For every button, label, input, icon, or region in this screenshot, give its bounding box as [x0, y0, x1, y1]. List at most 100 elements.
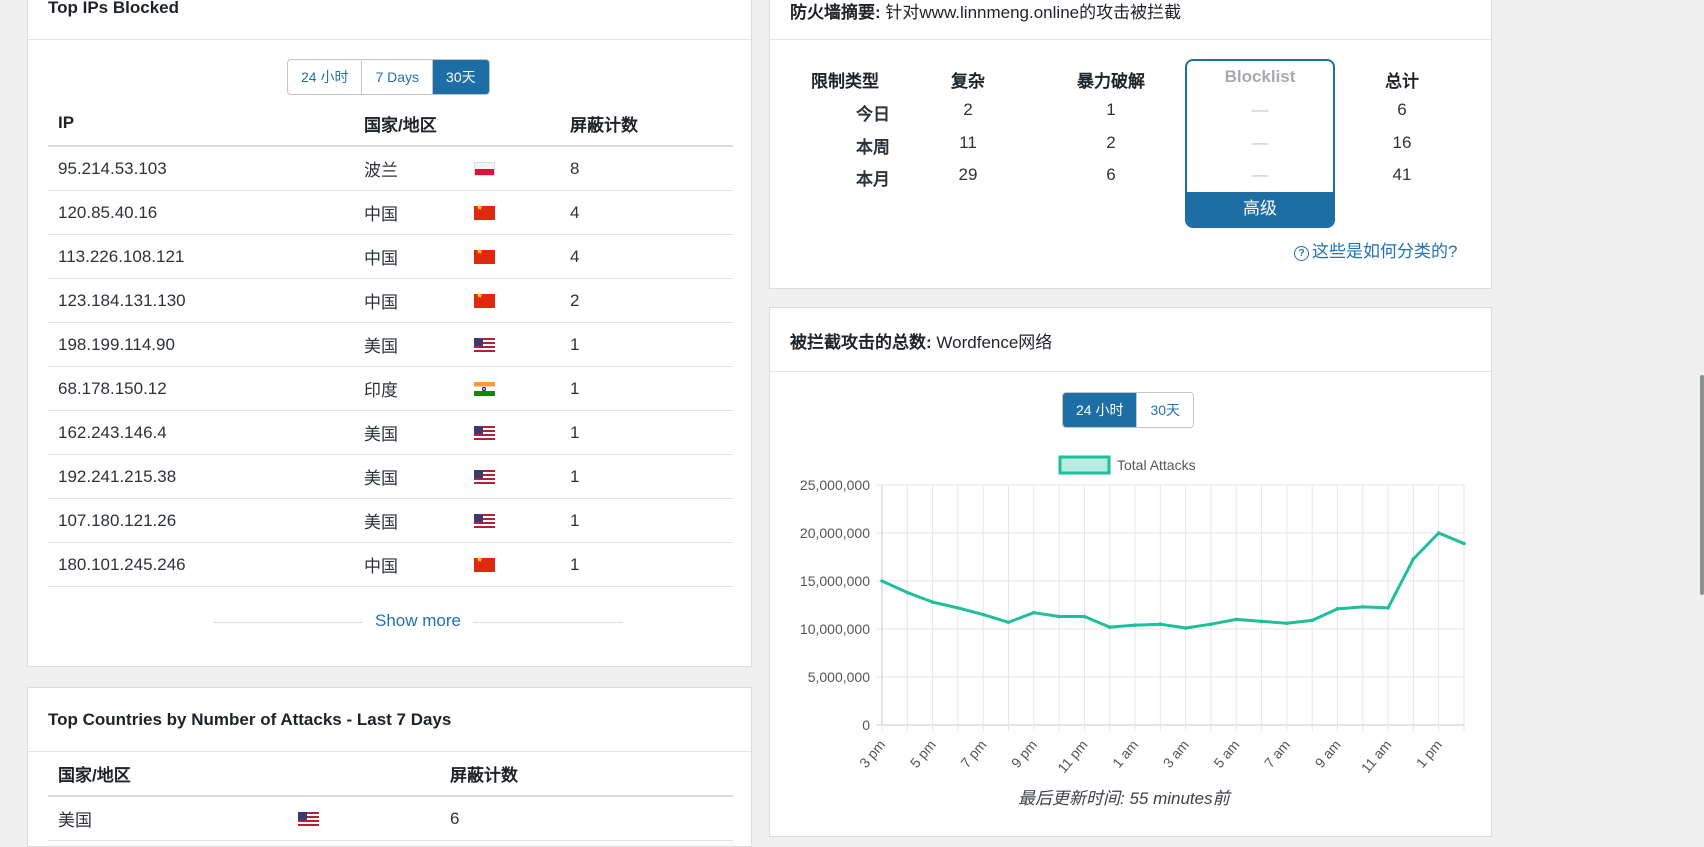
- x-tick-label: 5 am: [1210, 737, 1242, 771]
- country-name: 美国: [354, 454, 464, 499]
- top-countries-table: 国家/地区 屏蔽计数 美国 6: [48, 751, 733, 841]
- ip-address: 198.199.114.90: [48, 322, 354, 367]
- summary-row-label: 今日: [856, 105, 890, 124]
- ip-address: 95.214.53.103: [48, 146, 354, 191]
- data-point: [1360, 605, 1365, 609]
- us-flag-icon: [474, 338, 495, 353]
- scrollbar-thumb[interactable]: [1700, 375, 1704, 595]
- data-point: [1006, 620, 1011, 625]
- x-tick-label: 5 pm: [907, 737, 939, 771]
- top-ips-panel: Top IPs Blocked 24 小时 7 Days 30天 IP 国家/地区 …: [27, 0, 752, 667]
- table-row: 180.101.245.246中国 1: [48, 542, 733, 587]
- data-point: [1032, 610, 1036, 615]
- data-point: [1057, 614, 1061, 619]
- ip-address: 192.241.215.38: [48, 454, 354, 499]
- ip-address: 113.226.108.121: [48, 234, 354, 279]
- y-tick-label: 20,000,000: [800, 525, 870, 541]
- y-tick-label: 0: [862, 717, 870, 733]
- us-flag-icon: [474, 514, 495, 529]
- top-countries-title: Top Countries by Number of Attacks - Las…: [48, 710, 452, 729]
- us-flag-icon: [298, 812, 319, 827]
- block-count: 4: [560, 190, 733, 235]
- summary-row-label: 本周: [856, 138, 890, 157]
- ip-address: 107.180.121.26: [48, 498, 354, 543]
- table-row: 95.214.53.103 波兰 8: [48, 146, 733, 191]
- top-countries-panel: Top Countries by Number of Attacks - Las…: [27, 687, 752, 847]
- block-count: 2: [560, 278, 733, 323]
- x-tick-label: 1 am: [1109, 737, 1141, 771]
- total-attacks-chart: 0 5,000,000 10,000,000 15,000,000 20,000,000…: [800, 455, 1466, 776]
- country-name: 美国: [48, 796, 288, 841]
- data-point: [1082, 614, 1087, 619]
- summary-value: —: [1251, 165, 1269, 184]
- x-tick-label: 3 am: [1160, 737, 1192, 771]
- data-point: [1310, 618, 1314, 623]
- summary-value: 11: [959, 133, 977, 152]
- top-ips-title: Top IPs Blocked: [48, 0, 179, 17]
- column-header-ip: IP: [48, 101, 354, 147]
- classification-help-link[interactable]: ? 这些是如何分类的?: [1294, 237, 1457, 262]
- summary-value: —: [1251, 100, 1269, 119]
- summary-value: 2: [963, 100, 973, 119]
- cn-flag-icon: [474, 291, 495, 309]
- summary-header-3: Blocklist: [1224, 67, 1296, 86]
- top-ips-range-1[interactable]: 7 Days: [362, 60, 434, 94]
- country-name: 印度: [354, 366, 464, 411]
- data-point: [1209, 622, 1213, 626]
- top-ips-range-2[interactable]: 30天: [433, 60, 489, 94]
- total-attacks-panel: 被拦截攻击的总数: Wordfence网络 24 小时 30天 0 5,000,00…: [769, 307, 1492, 837]
- table-row: 68.178.150.12 印度 1: [48, 366, 733, 411]
- summary-header-2: 暴力破解: [1077, 72, 1145, 91]
- summary-row-label: 本月: [856, 170, 890, 189]
- table-row: 198.199.114.90 美国 1: [48, 322, 733, 367]
- cn-flag-icon: [474, 555, 495, 573]
- data-point: [1133, 623, 1137, 627]
- us-flag-icon: [474, 470, 495, 485]
- country-name: 美国: [354, 410, 464, 455]
- country-name: 中国: [354, 234, 464, 279]
- in-flag-icon: [474, 382, 495, 397]
- country-name: 中国: [354, 190, 464, 235]
- summary-header-1: 复杂: [951, 72, 985, 91]
- ip-address: 120.85.40.16: [48, 190, 354, 235]
- data-point: [1259, 619, 1264, 624]
- y-tick-label: 25,000,000: [800, 477, 870, 493]
- legend-swatch: [1058, 455, 1111, 475]
- ip-address: 162.243.146.4: [48, 410, 354, 455]
- data-point: [1158, 622, 1163, 626]
- data-point: [1335, 607, 1340, 611]
- data-point: [1107, 625, 1112, 629]
- show-more-link[interactable]: Show more: [213, 611, 623, 633]
- block-count: 1: [560, 498, 733, 543]
- block-count: 6: [440, 796, 733, 841]
- table-row: 120.85.40.16中国 4: [48, 190, 733, 235]
- y-tick-label: 15,000,000: [800, 573, 870, 589]
- summary-value: 1: [1106, 100, 1116, 119]
- x-tick-label: 7 pm: [957, 737, 989, 771]
- y-tick-label: 5,000,000: [808, 669, 870, 685]
- block-count: 8: [560, 146, 733, 191]
- summary-value: 16: [1392, 133, 1412, 152]
- data-point: [1411, 557, 1416, 561]
- summary-value: 2: [1106, 133, 1116, 152]
- block-count: 4: [560, 234, 733, 279]
- block-count: 1: [560, 410, 733, 455]
- table-row: 123.184.131.130中国 2: [48, 278, 733, 323]
- summary-value: 29: [958, 165, 978, 184]
- top-ips-range-0[interactable]: 24 小时: [288, 60, 363, 94]
- table-row: 美国 6: [48, 796, 733, 841]
- us-flag-icon: [474, 426, 495, 441]
- column-header-block-count: 屏蔽计数: [560, 101, 733, 147]
- ip-address: 180.101.245.246: [48, 542, 354, 587]
- divider: [28, 39, 751, 40]
- y-tick-label: 10,000,000: [800, 621, 870, 637]
- data-point: [1285, 621, 1289, 626]
- x-tick-label: 9 am: [1312, 737, 1344, 771]
- summary-header-0: 限制类型: [811, 72, 879, 91]
- data-point: [1234, 617, 1239, 622]
- x-tick-label: 3 pm: [856, 737, 888, 771]
- country-name: 中国: [354, 278, 464, 323]
- summary-value: 6: [1397, 100, 1407, 119]
- country-name: 美国: [354, 322, 464, 367]
- country-name: 中国: [354, 542, 464, 587]
